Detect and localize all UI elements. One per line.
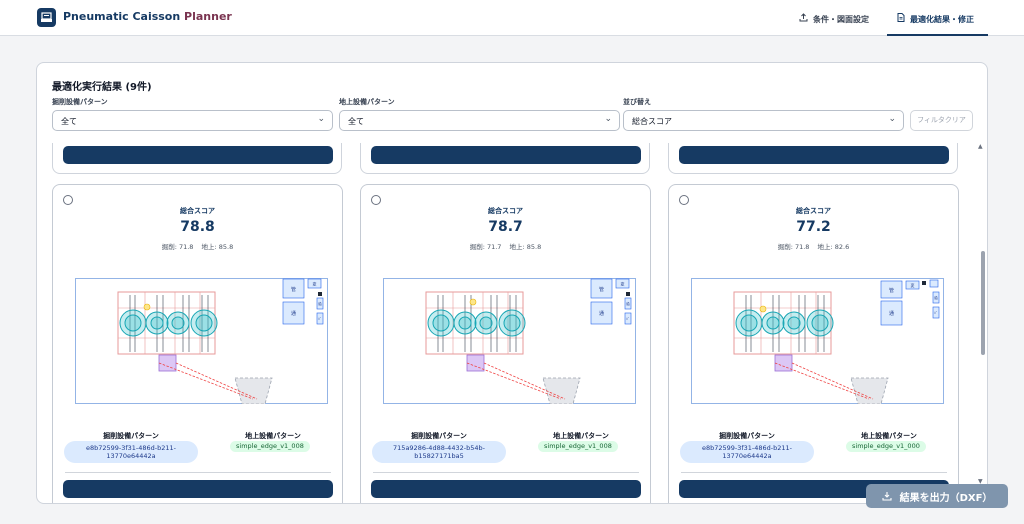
facility-label: 給	[318, 301, 322, 306]
tab-conditions-label: 条件・図面設定	[813, 15, 869, 24]
export-label: 結果を出力（DXF）	[899, 492, 993, 504]
shaft-box	[158, 354, 177, 372]
results-scrollbar[interactable]: ▲ ▼	[977, 143, 987, 488]
ground-pattern-label: 地上設備パターン	[245, 432, 301, 440]
facility-label: 管	[599, 286, 604, 293]
filter-ground-label: 地上設備パターン	[339, 98, 395, 106]
apply-button[interactable]	[63, 146, 333, 164]
facility-label: 通	[291, 310, 296, 317]
layout-diagram: 管 通 変 給 ﾊﾞ	[383, 278, 636, 404]
score-value: 78.8	[180, 219, 215, 235]
facility-label: 通	[889, 310, 894, 317]
excavation-pattern-label: 掘削設備パターン	[411, 432, 467, 440]
apply-button[interactable]	[371, 146, 641, 164]
results-title: 最適化実行結果 (9件)	[52, 82, 152, 93]
ground-pattern-label: 地上設備パターン	[553, 432, 609, 440]
sort-value: 総合スコア	[632, 117, 672, 126]
excavation-score: 掘削: 71.7	[469, 243, 502, 251]
score-label: 総合スコア	[180, 207, 215, 215]
facility-label: 管	[291, 286, 296, 293]
result-card-partial	[668, 143, 958, 174]
filter-ground-select[interactable]: 全て ⌄	[339, 110, 620, 131]
apply-button[interactable]	[679, 146, 949, 164]
select-radio[interactable]	[679, 195, 689, 205]
apply-button[interactable]	[63, 480, 333, 498]
clear-filter-button[interactable]: フィルタクリア	[910, 110, 973, 131]
sub-scores: 掘削: 71.8 地上: 85.8	[53, 241, 342, 251]
facility-label: 通	[599, 310, 604, 317]
export-dxf-button[interactable]: 結果を出力（DXF）	[866, 484, 1008, 508]
sort-label: 並び替え	[623, 98, 651, 106]
app-header: Pneumatic Caisson Planner 条件・図面設定 最適化結果・…	[0, 0, 1024, 36]
shaft-box	[774, 354, 793, 372]
filter-excavation-value: 全て	[61, 117, 77, 126]
app-logo	[37, 8, 56, 27]
facility-label: 管	[889, 287, 894, 294]
filter-excavation-select[interactable]: 全て ⌄	[52, 110, 333, 131]
ground-score: 地上: 85.8	[201, 243, 234, 251]
apply-button[interactable]	[371, 480, 641, 498]
layout-diagram: 管 通 変 給 ﾊﾞ	[75, 278, 328, 404]
scroll-up-icon[interactable]: ▲	[978, 143, 983, 150]
filter-excavation-label: 掘削設備パターン	[52, 98, 108, 106]
chevron-down-icon: ⌄	[604, 114, 612, 124]
facility-label: 給	[934, 295, 938, 300]
chevron-down-icon: ⌄	[888, 114, 896, 124]
sub-scores: 掘削: 71.7 地上: 85.8	[361, 241, 650, 251]
ground-pattern-id: simple_edge_v1_008	[538, 441, 618, 452]
ground-pattern-id: simple_edge_v1_008	[230, 441, 310, 452]
app-title: Pneumatic Caisson Planner	[63, 10, 232, 23]
facility-label: 変	[621, 281, 625, 287]
card-divider	[681, 472, 947, 473]
upload-icon	[799, 13, 808, 22]
result-card[interactable]: 総合スコア 77.2 掘削: 71.8 地上: 82.6 管 通 変 給 ﾊﾞ …	[668, 184, 959, 503]
app-title-accent: Planner	[184, 10, 232, 23]
layout-diagram: 管 通 変 給 ﾊﾞ	[691, 278, 944, 404]
result-card-partial	[360, 143, 650, 174]
site-boundary	[691, 278, 944, 404]
filter-ground-value: 全て	[348, 117, 364, 126]
excavation-score: 掘削: 71.8	[777, 243, 810, 251]
ground-pattern-id: simple_edge_v1_000	[846, 441, 926, 452]
tab-conditions[interactable]: 条件・図面設定	[799, 8, 869, 36]
ground-score: 地上: 85.8	[509, 243, 542, 251]
ground-score: 地上: 82.6	[817, 243, 850, 251]
excavation-pattern-id: e8b72599-3f31-486d-b211-13770e64442a	[64, 441, 198, 463]
score-label: 総合スコア	[796, 207, 831, 215]
excavation-pattern-id: 715a9286-4d88-4432-b54b-b15827171ba5	[372, 441, 506, 463]
download-icon	[882, 492, 892, 501]
excavation-score: 掘削: 71.8	[161, 243, 194, 251]
score-value: 78.7	[488, 219, 523, 235]
score-value: 77.2	[796, 219, 831, 235]
scrollbar-thumb[interactable]	[981, 251, 985, 355]
excavation-pattern-label: 掘削設備パターン	[103, 432, 159, 440]
shaft-box	[466, 354, 485, 372]
facility-label: 変	[313, 281, 317, 287]
card-divider	[373, 472, 639, 473]
results-list[interactable]: 総合スコア 78.8 掘削: 71.8 地上: 85.8 管 通 変 給 ﾊﾞ …	[37, 143, 987, 503]
select-radio[interactable]	[371, 195, 381, 205]
document-icon	[897, 13, 905, 22]
facility-label: 変	[911, 282, 915, 288]
result-card[interactable]: 総合スコア 78.7 掘削: 71.7 地上: 85.8 管 通 変 給 ﾊﾞ …	[360, 184, 651, 503]
facility-label: ﾊﾞ	[626, 317, 630, 321]
sort-select[interactable]: 総合スコア ⌄	[623, 110, 904, 131]
tab-results[interactable]: 最適化結果・修正	[887, 8, 988, 36]
facility-label: ﾊﾞ	[934, 311, 938, 315]
results-panel: 最適化実行結果 (9件) 掘削設備パターン 全て ⌄ 地上設備パターン 全て ⌄…	[36, 62, 988, 504]
ground-pattern-label: 地上設備パターン	[861, 432, 917, 440]
result-card-partial	[52, 143, 342, 174]
tab-results-label: 最適化結果・修正	[910, 15, 974, 24]
facility-label: ﾊﾞ	[318, 317, 322, 321]
card-divider	[65, 472, 331, 473]
result-card[interactable]: 総合スコア 78.8 掘削: 71.8 地上: 85.8 管 通 変 給 ﾊﾞ …	[52, 184, 343, 503]
sub-scores: 掘削: 71.8 地上: 82.6	[669, 241, 958, 251]
score-label: 総合スコア	[488, 207, 523, 215]
excavation-pattern-id: e8b72599-3f31-486d-b211-13770e64442a	[680, 441, 814, 463]
excavation-pattern-label: 掘削設備パターン	[719, 432, 775, 440]
facility-label: 給	[626, 301, 630, 306]
select-radio[interactable]	[63, 195, 73, 205]
chevron-down-icon: ⌄	[317, 114, 325, 124]
